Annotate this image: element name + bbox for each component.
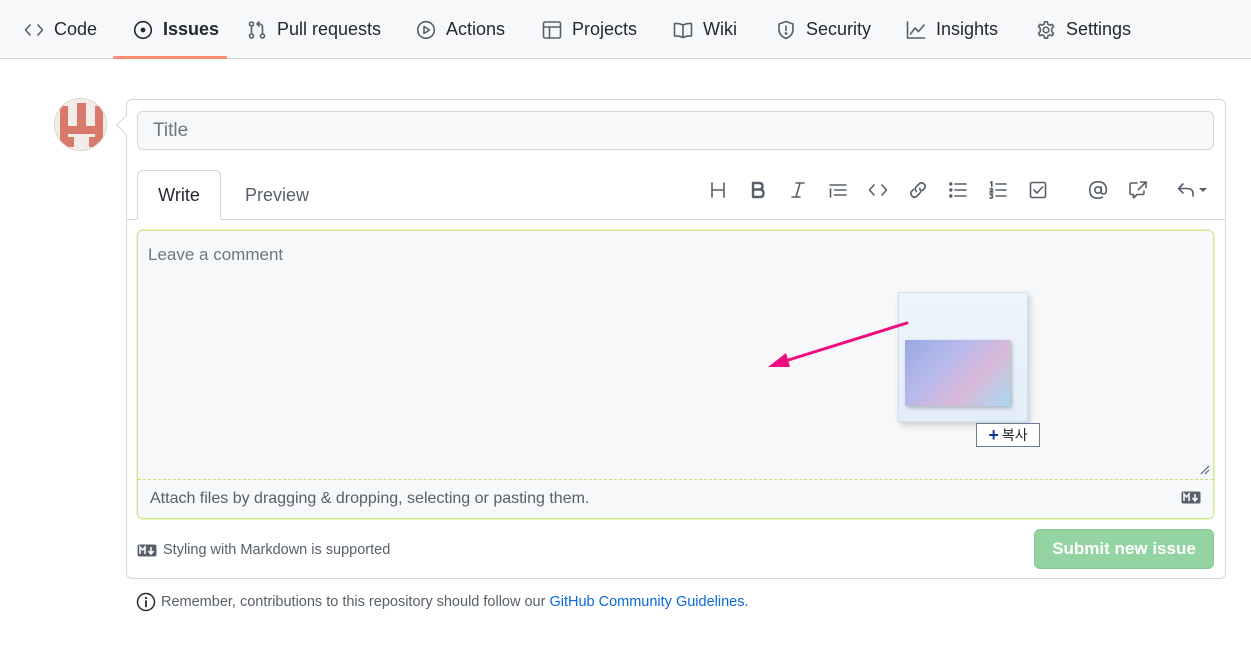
nav-tab-wiki[interactable]: Wiki bbox=[673, 0, 737, 59]
markdown-icon bbox=[1181, 491, 1201, 504]
identicon-image bbox=[60, 103, 103, 147]
copy-badge-label: 복사 bbox=[1001, 427, 1028, 443]
reference-button[interactable] bbox=[1125, 177, 1151, 203]
heading-button[interactable] bbox=[705, 177, 731, 203]
italic-icon bbox=[791, 182, 805, 198]
task-list-icon bbox=[1029, 181, 1047, 199]
bold-button[interactable] bbox=[745, 177, 771, 203]
repo-nav: Code Issues Pull requests Actions Projec… bbox=[0, 0, 1251, 59]
guidelines-note: Remember, contributions to this reposito… bbox=[136, 591, 749, 613]
nav-tab-pull-requests[interactable]: Pull requests bbox=[247, 0, 381, 59]
nav-tab-label: Settings bbox=[1066, 19, 1132, 39]
bulleted-list-icon bbox=[949, 182, 967, 198]
table-icon bbox=[542, 20, 562, 39]
reply-icon bbox=[1177, 183, 1194, 197]
nav-tab-label: Actions bbox=[446, 19, 506, 39]
task-list-button[interactable] bbox=[1025, 177, 1051, 203]
code-button[interactable] bbox=[865, 177, 891, 203]
mention-icon bbox=[1089, 181, 1108, 199]
community-guidelines-link[interactable]: GitHub Community Guidelines bbox=[549, 594, 744, 610]
nav-tab-label: Wiki bbox=[703, 19, 737, 39]
markdown-hint[interactable]: Styling with Markdown is supported bbox=[137, 540, 390, 560]
italic-button[interactable] bbox=[785, 177, 811, 203]
copy-badge: + 복사 bbox=[976, 423, 1040, 447]
bulleted-list-button[interactable] bbox=[945, 177, 971, 203]
issue-opened-icon bbox=[133, 20, 153, 39]
nav-tab-label: Security bbox=[806, 19, 872, 39]
nav-tab-projects[interactable]: Projects bbox=[542, 0, 637, 59]
nav-tab-insights[interactable]: Insights bbox=[906, 0, 998, 59]
comment-field-wrapper: Attach files by dragging & dropping, sel… bbox=[137, 230, 1214, 519]
drag-direction-arrow bbox=[768, 321, 909, 367]
nav-tab-actions[interactable]: Actions bbox=[416, 0, 505, 59]
attach-files-bar[interactable]: Attach files by dragging & dropping, sel… bbox=[138, 479, 1213, 518]
guidelines-period: . bbox=[744, 594, 749, 610]
drag-preview-image bbox=[905, 340, 1010, 406]
shield-icon bbox=[778, 20, 794, 39]
nav-tab-label: Pull requests bbox=[277, 19, 382, 39]
gear-icon bbox=[1037, 20, 1055, 39]
submit-new-issue-button[interactable]: Submit new issue bbox=[1034, 529, 1214, 569]
code-icon bbox=[868, 184, 888, 196]
undo-button[interactable] bbox=[1172, 177, 1212, 203]
bold-icon bbox=[751, 181, 765, 199]
tab-preview[interactable]: Preview bbox=[233, 170, 321, 220]
mention-button[interactable] bbox=[1085, 177, 1111, 203]
guidelines-text: Remember, contributions to this reposito… bbox=[161, 594, 546, 610]
nav-tab-label: Issues bbox=[163, 19, 220, 39]
nav-tab-settings[interactable]: Settings bbox=[1036, 0, 1131, 59]
chevron-down-icon bbox=[1199, 188, 1207, 192]
nav-tab-label: Projects bbox=[572, 19, 638, 39]
title-input[interactable] bbox=[137, 111, 1214, 150]
code-icon bbox=[24, 23, 44, 36]
link-icon bbox=[909, 181, 927, 199]
quote-button[interactable] bbox=[825, 177, 851, 203]
book-icon bbox=[673, 22, 693, 38]
nav-tab-label: Insights bbox=[936, 19, 999, 39]
avatar[interactable] bbox=[54, 98, 107, 151]
resize-handle-icon[interactable] bbox=[1200, 465, 1210, 475]
nav-tab-code[interactable]: Code bbox=[24, 0, 97, 59]
comment-textarea[interactable] bbox=[138, 231, 1213, 479]
numbered-list-button[interactable] bbox=[985, 177, 1011, 203]
info-icon bbox=[136, 592, 156, 612]
nav-tab-security[interactable]: Security bbox=[776, 0, 871, 59]
quote-icon bbox=[829, 184, 847, 198]
markdown-icon bbox=[137, 544, 157, 556]
graph-icon bbox=[906, 20, 926, 39]
attach-files-text: Attach files by dragging & dropping, sel… bbox=[150, 490, 590, 507]
git-pull-request-icon bbox=[248, 20, 266, 39]
nav-tab-label: Code bbox=[54, 19, 98, 39]
heading-icon bbox=[711, 182, 725, 198]
numbered-list-icon bbox=[989, 181, 1007, 199]
cross-reference-icon bbox=[1129, 181, 1147, 199]
link-button[interactable] bbox=[905, 177, 931, 203]
plus-icon: + bbox=[988, 425, 999, 445]
tab-write[interactable]: Write bbox=[137, 170, 221, 220]
markdown-hint-text: Styling with Markdown is supported bbox=[163, 542, 391, 558]
active-tab-underline bbox=[113, 56, 227, 59]
play-icon bbox=[416, 20, 436, 39]
nav-tab-issues[interactable]: Issues bbox=[133, 0, 219, 59]
